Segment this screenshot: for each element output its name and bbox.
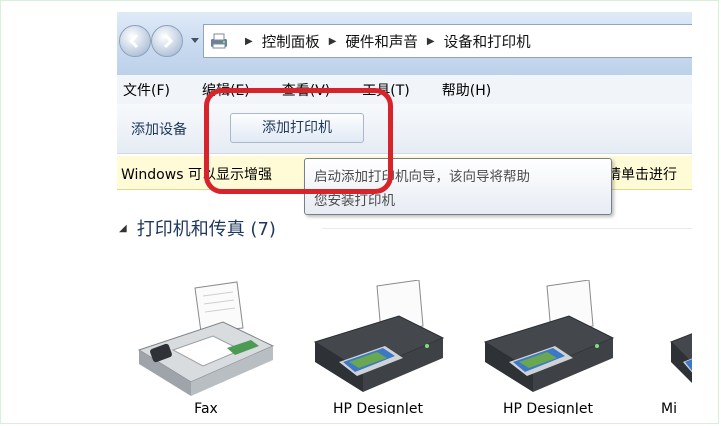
back-button[interactable] (119, 25, 151, 57)
breadcrumb-separator-icon: ▶ (245, 35, 253, 47)
chevron-down-icon[interactable] (190, 37, 200, 45)
device-item[interactable]: Fax (131, 280, 281, 414)
printer-icon (670, 333, 692, 383)
group-title: 打印机和传真 (7) (136, 219, 276, 240)
info-bar-action-text: 请单击进行 (607, 167, 677, 183)
group-divider (322, 228, 692, 229)
collapse-triangle-icon[interactable]: ◢ (119, 223, 127, 234)
printer-icon (313, 280, 445, 392)
device-item[interactable]: HP DesignJet (303, 280, 453, 414)
breadcrumb-separator-icon[interactable]: ▶ (329, 36, 337, 47)
menu-bar: 文件(F) 编辑(E) 查看(V) 工具(T) 帮助(H) (117, 75, 692, 105)
printer-icon (483, 280, 615, 392)
menu-help[interactable]: 帮助(H) (442, 80, 491, 100)
device-label: HP DesignJet (333, 401, 423, 414)
group-header-printers-faxes[interactable]: ◢ 打印机和传真 (7) (119, 215, 276, 241)
explorer-window: ▶ 控制面板 ▶ 硬件和声音 ▶ 设备和打印机 文件(F) 编辑(E) 查看(V… (117, 12, 692, 414)
device-label: Fax (194, 401, 218, 414)
address-bar[interactable]: ▶ 控制面板 ▶ 硬件和声音 ▶ 设备和打印机 (203, 24, 692, 58)
menu-file[interactable]: 文件(F) (123, 80, 170, 100)
fax-icon (137, 281, 275, 396)
arrow-left-icon (128, 33, 139, 49)
add-device-button[interactable]: 添加设备 (131, 119, 187, 139)
breadcrumb-item-hardware-sound[interactable]: 硬件和声音 (345, 31, 418, 52)
navigation-bar: ▶ 控制面板 ▶ 硬件和声音 ▶ 设备和打印机 (117, 12, 692, 75)
forward-button[interactable] (151, 25, 183, 57)
breadcrumb-item-control-panel[interactable]: 控制面板 (262, 31, 320, 52)
device-label: Mi (661, 401, 677, 414)
device-item[interactable]: Mi (641, 280, 692, 414)
breadcrumb: ▶ 控制面板 ▶ 硬件和声音 ▶ 设备和打印机 (204, 25, 531, 57)
red-highlight-annotation (204, 88, 393, 194)
device-label: HP DesignJet (503, 401, 593, 414)
device-item[interactable]: HP DesignJet (473, 280, 623, 414)
breadcrumb-item-devices-printers[interactable]: 设备和打印机 (444, 31, 531, 52)
devices-printers-icon (211, 33, 227, 49)
arrow-right-icon (163, 33, 174, 49)
breadcrumb-separator-icon[interactable]: ▶ (427, 36, 435, 47)
